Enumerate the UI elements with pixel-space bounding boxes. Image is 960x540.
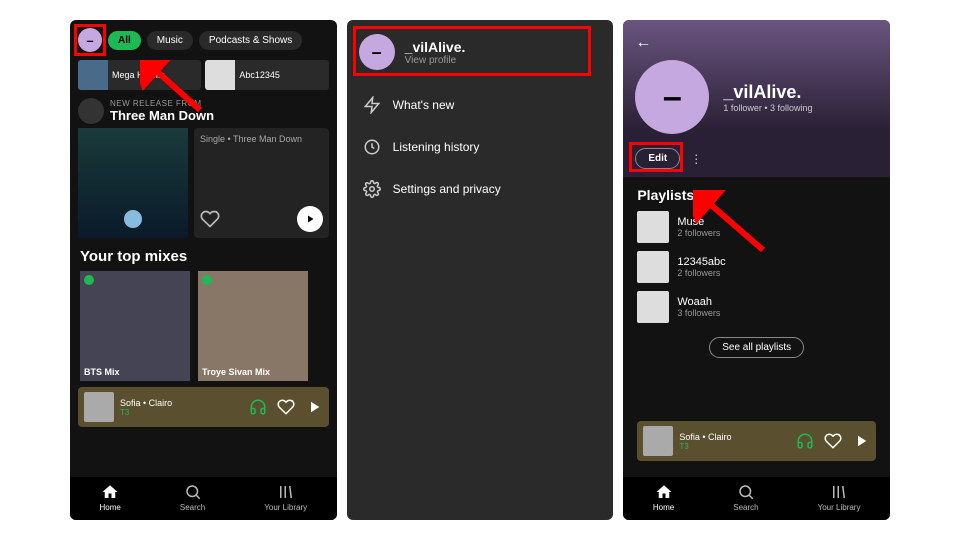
nav-search[interactable]: Search	[733, 483, 758, 512]
playlist-item[interactable]: 12345abc2 followers	[637, 251, 876, 283]
mix-card[interactable]: Troye Sivan Mix	[198, 271, 308, 381]
section-title: Your top mixes	[70, 238, 337, 271]
release-cover[interactable]	[78, 128, 188, 238]
now-playing-bar[interactable]: Sofia • ClairoT3	[637, 421, 876, 461]
heart-icon[interactable]	[824, 432, 842, 450]
heart-icon[interactable]	[200, 209, 220, 229]
now-playing-title: Sofia • Clairo	[120, 398, 239, 408]
mix-label: Troye Sivan Mix	[202, 367, 270, 377]
new-release: NEW RELEASE FROM Three Man Down Single •…	[78, 98, 329, 238]
shortcut-card[interactable]: Mega Hit Mix	[78, 60, 201, 90]
play-button[interactable]	[297, 206, 323, 232]
chip-all[interactable]: All	[108, 31, 141, 50]
playlists-title: Playlists	[637, 187, 876, 211]
nav-library[interactable]: Your Library	[264, 483, 307, 512]
playlist-name: Muse	[677, 216, 720, 228]
shortcut-title: Mega Hit Mix	[112, 70, 165, 80]
mix-label: BTS Mix	[84, 367, 120, 377]
menu-label: Listening history	[393, 140, 480, 154]
now-playing-cover	[643, 426, 673, 456]
see-all-button[interactable]: See all playlists	[709, 337, 804, 358]
nav-library[interactable]: Your Library	[818, 483, 861, 512]
shortcut-card[interactable]: Abc12345	[205, 60, 328, 90]
profile-header: ← – _vilAlive. 1 follower • 3 following …	[623, 20, 890, 177]
history-icon	[363, 138, 381, 156]
gear-icon	[363, 180, 381, 198]
playlist-sub: 3 followers	[677, 308, 720, 318]
view-profile-label: View profile	[405, 55, 466, 66]
menu-whats-new[interactable]: What's new	[347, 84, 614, 126]
play-icon[interactable]	[852, 432, 870, 450]
screen-profile: ← – _vilAlive. 1 follower • 3 following …	[623, 20, 890, 520]
profile-avatar[interactable]: –	[78, 28, 102, 52]
release-meta: Single • Three Man Down	[200, 134, 323, 144]
playlist-item[interactable]: Woaah3 followers	[637, 291, 876, 323]
menu-settings[interactable]: Settings and privacy	[347, 168, 614, 210]
bottom-nav: Home Search Your Library	[70, 477, 337, 520]
edit-button[interactable]: Edit	[635, 148, 680, 169]
profile-row[interactable]: – _vilAlive. View profile	[347, 20, 614, 84]
nav-home[interactable]: Home	[100, 483, 121, 512]
bottom-nav: Home Search Your Library	[623, 477, 890, 520]
playlist-name: 12345abc	[677, 256, 725, 268]
play-icon[interactable]	[305, 398, 323, 416]
playlist-sub: 2 followers	[677, 268, 725, 278]
back-button[interactable]: ←	[635, 30, 878, 56]
now-playing-bar[interactable]: Sofia • ClairoT3	[78, 387, 329, 427]
playlist-name: Woaah	[677, 296, 720, 308]
mixes-row: BTS Mix Troye Sivan Mix	[70, 271, 337, 381]
chip-podcasts[interactable]: Podcasts & Shows	[199, 31, 302, 50]
more-icon[interactable]: ⋮	[690, 152, 703, 166]
chip-music[interactable]: Music	[147, 31, 193, 50]
nav-search[interactable]: Search	[180, 483, 205, 512]
follower-count: 1 follower • 3 following	[723, 103, 812, 113]
profile-avatar-large: –	[635, 60, 709, 134]
menu-label: What's new	[393, 98, 455, 112]
bolt-icon	[363, 96, 381, 114]
profile-name: _vilAlive.	[405, 39, 466, 55]
menu-history[interactable]: Listening history	[347, 126, 614, 168]
devices-icon[interactable]	[249, 398, 267, 416]
menu-label: Settings and privacy	[393, 182, 501, 196]
playlist-sub: 2 followers	[677, 228, 720, 238]
devices-icon[interactable]	[796, 432, 814, 450]
profile-avatar: –	[359, 34, 395, 70]
screen-menu: – _vilAlive. View profile What's new Lis…	[347, 20, 614, 520]
profile-name: _vilAlive.	[723, 82, 812, 103]
now-playing-title: Sofia • Clairo	[679, 432, 786, 442]
now-playing-cover	[84, 392, 114, 422]
shortcut-cards: Mega Hit Mix Abc12345	[70, 60, 337, 90]
now-playing-device: T3	[120, 408, 239, 417]
now-playing-device: T3	[679, 442, 786, 451]
shortcut-title: Abc12345	[239, 70, 280, 80]
playlist-item[interactable]: Muse2 followers	[637, 211, 876, 243]
artist-avatar	[78, 98, 104, 124]
mix-card[interactable]: BTS Mix	[80, 271, 190, 381]
heart-icon[interactable]	[277, 398, 295, 416]
release-artist: Three Man Down	[110, 108, 214, 123]
top-bar: – All Music Podcasts & Shows	[70, 20, 337, 60]
screen-home: – All Music Podcasts & Shows Mega Hit Mi…	[70, 20, 337, 520]
nav-home[interactable]: Home	[653, 483, 674, 512]
release-label: NEW RELEASE FROM	[110, 99, 214, 108]
